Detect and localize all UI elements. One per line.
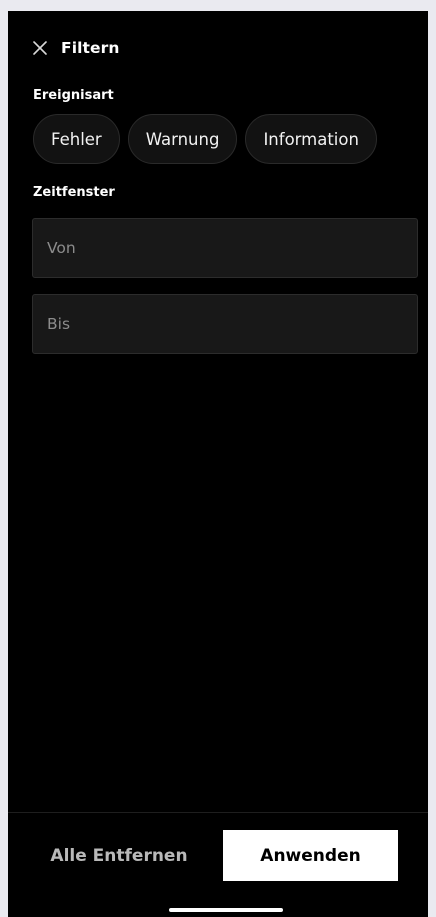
time-window-label: Zeitfenster — [33, 185, 115, 200]
event-type-chips: Fehler Warnung Information — [33, 114, 377, 164]
apply-button[interactable]: Anwenden — [223, 830, 398, 881]
clear-all-button[interactable]: Alle Entfernen — [22, 830, 216, 882]
home-indicator — [169, 908, 283, 912]
close-icon[interactable] — [32, 40, 48, 56]
header: Filtern — [32, 36, 120, 60]
chip-fehler[interactable]: Fehler — [33, 114, 120, 164]
from-field[interactable] — [32, 218, 418, 278]
event-type-label: Ereignisart — [33, 88, 114, 103]
page-title: Filtern — [61, 39, 120, 57]
filter-screen: Filtern Ereignisart Fehler Warnung Infor… — [8, 11, 428, 917]
chip-warnung[interactable]: Warnung — [127, 114, 238, 164]
to-input[interactable] — [47, 315, 417, 333]
from-input[interactable] — [47, 239, 417, 257]
bottom-divider — [8, 812, 428, 813]
to-field[interactable] — [32, 294, 418, 354]
chip-information[interactable]: Information — [245, 114, 377, 164]
